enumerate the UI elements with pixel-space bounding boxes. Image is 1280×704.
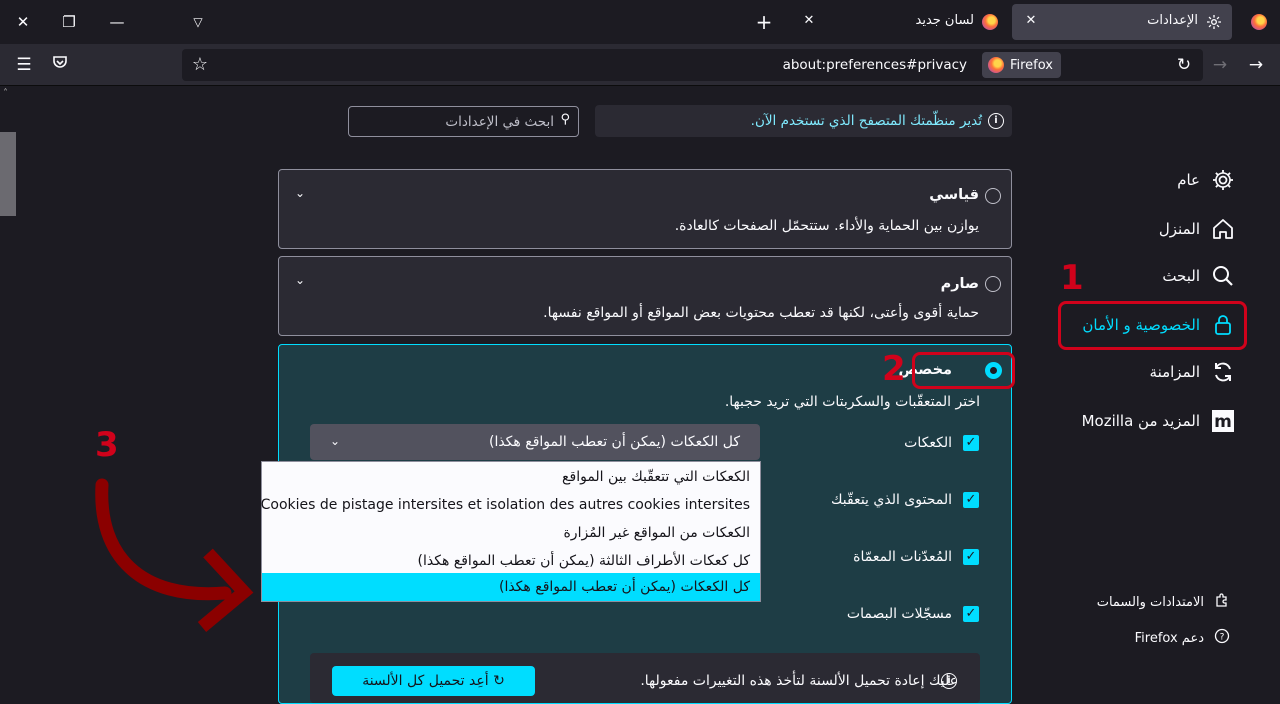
sidebar-item-label: البحث [1162, 267, 1200, 285]
close-tab-icon[interactable]: ✕ [1022, 12, 1040, 30]
close-window-icon[interactable]: ✕ [13, 12, 33, 32]
sidebar-item-search[interactable]: البحث [1162, 259, 1236, 293]
dropdown-option[interactable]: الكعكات التي تتعقّبك بين المواقع [262, 463, 760, 491]
help-icon: ? [1214, 628, 1230, 648]
tab-bar: ✕ ❐ — ▽ + لسان جديد ✕ الإعدادات ✕ [0, 0, 1280, 44]
strict-protection-card[interactable]: صارم حماية أقوى وأعتى، لكنها قد تعطب محت… [278, 256, 1012, 336]
firefox-icon [1251, 14, 1267, 30]
svg-text:?: ? [1220, 633, 1225, 643]
reload-icon[interactable]: ↻ [1172, 53, 1196, 77]
cryptominers-checkbox[interactable]: ✓ [963, 549, 979, 565]
reload-button-label: أعِد تحميل كل الألسنة [362, 673, 489, 689]
sidebar-footer-label: دعم Firefox [1134, 630, 1204, 646]
menu-icon[interactable]: ☰ [12, 53, 36, 77]
reload-message: عليك إعادة تحميل الألسنة لتأخذ هذه التغي… [640, 673, 958, 689]
sidebar-extensions-link[interactable]: الامتدادات والسمات [1097, 592, 1230, 612]
custom-desc: اختر المتعقّبات والسكربتات التي تريد حجب… [724, 394, 980, 410]
chevron-down-icon[interactable]: ⌄ [295, 186, 305, 200]
list-tabs-icon[interactable]: ▽ [188, 12, 208, 32]
search-input[interactable] [364, 112, 554, 132]
standard-title: قياسي [929, 187, 979, 203]
gear-icon [1210, 167, 1236, 193]
annotation-arrow-icon [95, 478, 254, 632]
annotation-box-custom [912, 352, 1015, 389]
strict-title: صارم [940, 276, 979, 292]
standard-radio[interactable] [985, 188, 1001, 204]
identity-label: Firefox [1009, 57, 1053, 73]
strict-radio[interactable] [985, 276, 1001, 292]
reload-all-tabs-button[interactable]: ↻ أعِد تحميل كل الألسنة [332, 666, 535, 696]
svg-text:m: m [1214, 412, 1232, 432]
cookies-dropdown: الكعكات التي تتعقّبك بين المواقع Cookies… [261, 461, 761, 602]
identity-box[interactable]: Firefox [981, 52, 1061, 78]
sidebar-item-home[interactable]: المنزل [1159, 212, 1236, 246]
cookies-label: الكعكات [904, 435, 952, 451]
navigation-bar: ☰ ☆ about:preferences#privacy Firefox ↻ … [0, 44, 1280, 86]
search-icon: ⚲ [560, 112, 570, 127]
tracking-checkbox[interactable]: ✓ [963, 492, 979, 508]
url-text[interactable]: about:preferences#privacy [783, 57, 967, 73]
chevron-down-icon[interactable]: ⌄ [295, 273, 305, 287]
sidebar-support-link[interactable]: ? دعم Firefox [1135, 628, 1230, 648]
new-tab-icon[interactable]: + [754, 12, 774, 32]
dropdown-option[interactable]: كل كعكات الأطراف الثالثة (يمكن أن تعطب ا… [262, 547, 760, 575]
cookies-select-value: كل الكعكات (يمكن أن تعطب المواقع هكذا) [488, 434, 740, 450]
search-icon [1210, 263, 1236, 289]
sidebar-item-label: المزامنة [1149, 363, 1200, 381]
standard-protection-card[interactable]: قياسي يوازن بين الحماية والأداء. ستتحمّل… [278, 169, 1012, 249]
annotation-number-3: 3 [95, 425, 119, 465]
sidebar-item-sync[interactable]: المزامنة [1150, 355, 1236, 389]
settings-search[interactable]: ⚲ [348, 106, 579, 137]
sidebar-item-general[interactable]: عام [1177, 163, 1236, 197]
annotation-number-2: 2 [882, 349, 906, 389]
sidebar-item-label: عام [1177, 171, 1200, 189]
forward-icon: → [1212, 55, 1228, 75]
mozilla-icon: m [1210, 408, 1236, 434]
cookies-select[interactable]: كل الكعكات (يمكن أن تعطب المواقع هكذا) ⌄ [310, 424, 760, 460]
star-icon[interactable]: ☆ [188, 53, 212, 77]
tab-new-tab[interactable]: لسان جديد ✕ [790, 4, 1008, 40]
sidebar-footer-label: الامتدادات والسمات [1096, 594, 1204, 610]
puzzle-icon [1214, 592, 1230, 612]
scrollbar-thumb[interactable] [0, 132, 16, 216]
cookies-checkbox[interactable]: ✓ [963, 435, 979, 451]
annotation-number-1: 1 [1060, 258, 1084, 298]
sidebar-item-label: المزيد من Mozilla [1081, 412, 1200, 430]
restore-window-icon[interactable]: ❐ [59, 12, 79, 32]
home-icon [1210, 216, 1236, 242]
close-tab-icon[interactable]: ✕ [800, 12, 818, 30]
annotation-box-privacy [1058, 301, 1247, 350]
tracking-label: المحتوى الذي يتعقّبك [830, 492, 952, 508]
dropdown-option[interactable]: Cookies de pistage intersites et isolati… [261, 491, 760, 519]
dropdown-option[interactable]: الكعكات من المواقع غير المُزارة [262, 519, 760, 547]
sync-icon [1210, 359, 1236, 385]
strict-desc: حماية أقوى وأعتى، لكنها قد تعطب محتويات … [543, 305, 979, 321]
firefox-icon [987, 57, 1004, 73]
fingerprinters-checkbox[interactable]: ✓ [963, 606, 979, 622]
pocket-icon[interactable] [48, 53, 72, 77]
url-bar[interactable]: ☆ about:preferences#privacy Firefox [182, 49, 1203, 81]
dropdown-option-selected[interactable]: كل الكعكات (يمكن أن تعطب المواقع هكذا) [262, 573, 760, 601]
tab-label: الإعدادات [1147, 13, 1198, 28]
info-icon: i [988, 113, 1004, 129]
minimize-window-icon[interactable]: — [107, 12, 127, 32]
notice-text: تُدير منظّمتك المتصفح الذي تستخدم الآن. [750, 113, 982, 129]
gear-icon [1206, 14, 1222, 30]
reload-icon: ↻ [493, 673, 505, 689]
sidebar-item-more-mozilla[interactable]: m المزيد من Mozilla [1082, 404, 1236, 438]
firefox-icon [982, 14, 998, 30]
tab-label: لسان جديد [915, 13, 975, 28]
back-icon[interactable]: → [1244, 53, 1268, 77]
standard-desc: يوازن بين الحماية والأداء. ستتحمّل الصفح… [674, 218, 979, 234]
chevron-down-icon: ⌄ [330, 434, 341, 448]
scroll-up-icon[interactable]: ˄ [3, 88, 8, 99]
fingerprinters-label: مسجّلات البصمات [846, 606, 952, 622]
tab-settings[interactable]: الإعدادات ✕ [1012, 4, 1232, 40]
sidebar-item-label: المنزل [1158, 220, 1200, 238]
managed-notice: i تُدير منظّمتك المتصفح الذي تستخدم الآن… [595, 105, 1012, 137]
cryptominers-label: المُعدّنات المعمّاة [853, 549, 952, 565]
